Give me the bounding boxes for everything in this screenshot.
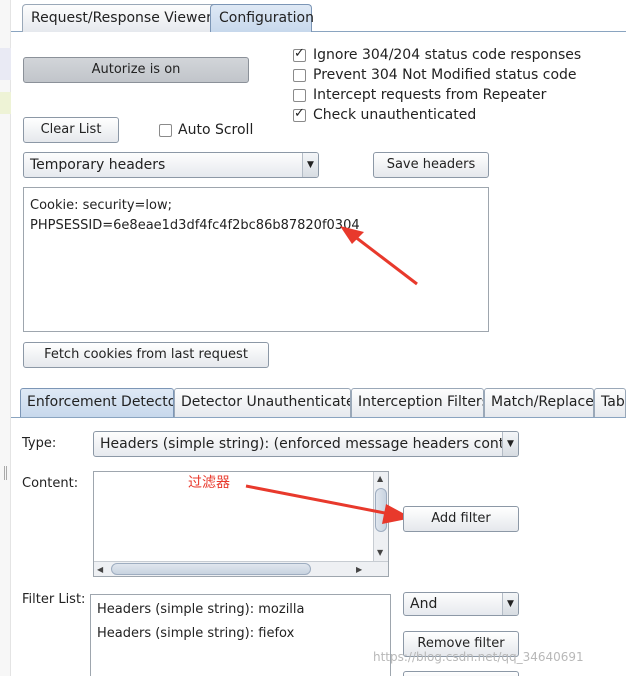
check-unauthenticated-label: Check unauthenticated xyxy=(313,107,477,123)
headers-select-value: Temporary headers xyxy=(30,157,166,173)
ignore-304-label: Ignore 304/204 status code responses xyxy=(313,47,582,63)
check-unauthenticated-checkbox[interactable] xyxy=(293,106,306,122)
tab-match-replace[interactable]: Match/Replace xyxy=(484,388,594,417)
window-edge xyxy=(0,0,11,676)
intercept-repeater-label: Intercept requests from Repeater xyxy=(313,87,547,103)
ignore-304-checkbox[interactable] xyxy=(293,46,306,62)
filter-list-item[interactable]: Headers (simple string): mozilla xyxy=(97,598,384,622)
type-select[interactable]: Headers (simple string): (enforced messa… xyxy=(93,431,519,457)
filter-annotation-text: 过滤器 xyxy=(188,475,230,491)
intercept-repeater-checkbox[interactable] xyxy=(293,89,306,102)
filter-list[interactable]: Headers (simple string): mozilla Headers… xyxy=(90,594,391,676)
tab-detector-unauthenticated[interactable]: Detector Unauthenticated xyxy=(174,388,351,417)
headers-select[interactable]: Temporary headers ▼ xyxy=(23,152,319,178)
annotation-arrow xyxy=(340,226,418,286)
scroll-right-icon[interactable]: ▶ xyxy=(356,565,362,574)
auto-scroll-label: Auto Scroll xyxy=(178,122,254,138)
content-label: Content: xyxy=(22,476,79,491)
watermark-text: https://blog.csdn.net/qq_34640691 xyxy=(373,650,584,664)
logic-select-value: And xyxy=(410,596,438,612)
filter-list-item[interactable]: Headers (simple string): fiefox xyxy=(97,622,384,646)
type-label: Type: xyxy=(22,436,57,451)
autorize-toggle-button[interactable]: Autorize is on xyxy=(23,57,249,83)
tab-request-response-viewers[interactable]: Request/Response Viewers xyxy=(22,4,220,32)
scroll-left-icon[interactable]: ◀ xyxy=(97,565,103,574)
tab-interception-filters[interactable]: Interception Filters xyxy=(351,388,484,417)
filter-list-label: Filter List: xyxy=(22,592,86,607)
tab-enforcement-detector[interactable]: Enforcement Detector xyxy=(20,388,174,417)
save-headers-button[interactable]: Save headers xyxy=(373,152,489,178)
tab-configuration[interactable]: Configuration xyxy=(210,4,314,32)
scroll-thumb[interactable] xyxy=(111,563,311,575)
fetch-cookies-button[interactable]: Fetch cookies from last request xyxy=(23,342,269,368)
tab-truncated[interactable]: Tab xyxy=(594,388,626,417)
prevent-304-checkbox[interactable] xyxy=(293,69,306,82)
content-horizontal-scrollbar[interactable]: ◀ ▶ xyxy=(94,561,388,576)
logic-select[interactable]: And ▼ xyxy=(403,592,519,616)
clear-list-button[interactable]: Clear List xyxy=(23,117,119,143)
enforcement-tab-bar: Enforcement Detector Detector Unauthenti… xyxy=(11,388,626,418)
type-select-value: Headers (simple string): (enforced messa… xyxy=(100,436,519,452)
headers-text-line: Cookie: security=low; xyxy=(30,198,173,213)
splitter-grip[interactable] xyxy=(4,466,7,480)
filter-action-button[interactable] xyxy=(403,671,519,676)
chevron-down-icon[interactable]: ▼ xyxy=(502,432,518,456)
top-tab-bar: Request/Response Viewers Configuration xyxy=(11,0,626,32)
add-filter-button[interactable]: Add filter xyxy=(403,506,519,532)
edge-highlight xyxy=(0,48,11,80)
chevron-down-icon[interactable]: ▼ xyxy=(502,593,518,615)
chevron-down-icon[interactable]: ▼ xyxy=(302,153,318,177)
annotation-arrow xyxy=(245,484,412,524)
edge-highlight xyxy=(0,92,11,114)
prevent-304-label: Prevent 304 Not Modified status code xyxy=(313,67,577,83)
auto-scroll-checkbox[interactable] xyxy=(159,124,172,137)
scroll-down-icon[interactable]: ▼ xyxy=(377,548,383,557)
